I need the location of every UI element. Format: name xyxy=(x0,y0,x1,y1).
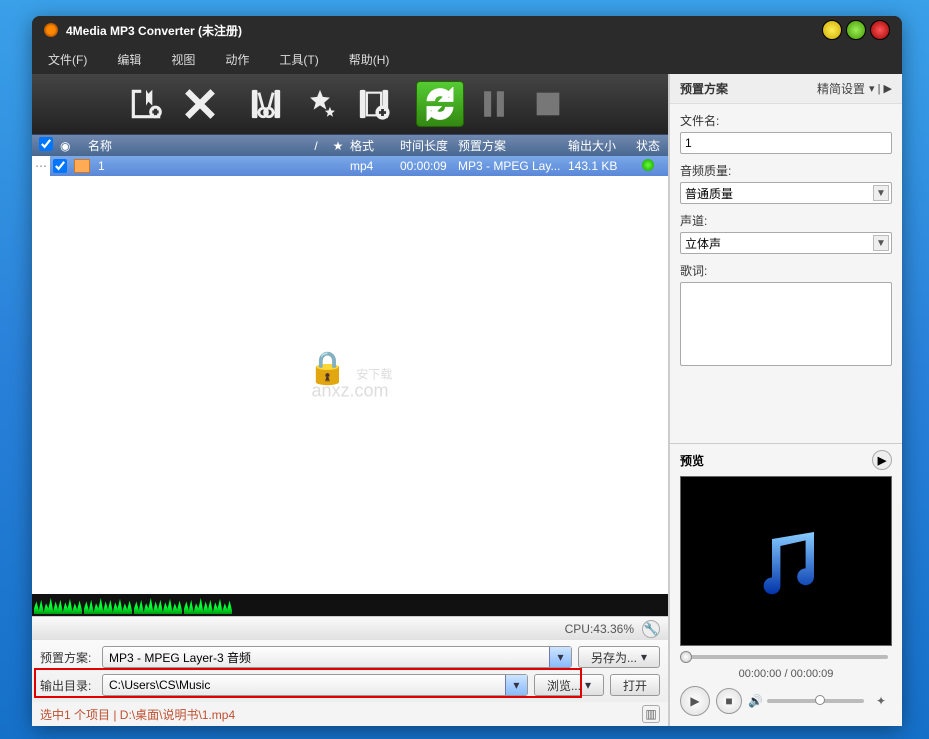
preview-slider[interactable] xyxy=(680,650,892,664)
simple-settings-button[interactable]: 精简设置 ▾ | ▶ xyxy=(817,80,892,97)
preview-video xyxy=(680,476,892,646)
channel-label: 声道: xyxy=(680,212,892,229)
cpu-label: CPU:43.36% xyxy=(565,622,634,636)
waveform xyxy=(32,594,668,616)
film-icon xyxy=(74,159,90,173)
select-all-checkbox[interactable] xyxy=(39,137,53,151)
open-button[interactable]: 打开 xyxy=(610,674,660,696)
status-text: 选中1 个项目 | D:\桌面\说明书\1.mp4 xyxy=(40,706,235,723)
minimize-button[interactable] xyxy=(822,20,842,40)
preset-combo[interactable]: MP3 - MPEG Layer-3 音频 ▾ xyxy=(102,646,572,668)
column-preset[interactable]: 预置方案 xyxy=(458,137,568,154)
app-icon xyxy=(44,23,58,37)
column-status[interactable]: 状态 xyxy=(628,137,668,154)
bottom-form: 预置方案: MP3 - MPEG Layer-3 音频 ▾ 另存为...▾ 输出… xyxy=(32,640,668,702)
pause-button[interactable] xyxy=(470,81,518,127)
menu-help[interactable]: 帮助(H) xyxy=(349,51,390,68)
window-title: 4Media MP3 Converter (未注册) xyxy=(66,22,818,39)
menu-tools[interactable]: 工具(T) xyxy=(279,51,318,68)
column-size[interactable]: 输出大小 xyxy=(568,137,628,154)
row-size: 143.1 KB xyxy=(568,159,628,173)
menu-bar: 文件(F) 编辑 视图 动作 工具(T) 帮助(H) xyxy=(32,44,902,74)
menu-action[interactable]: 动作 xyxy=(225,51,249,68)
menu-file[interactable]: 文件(F) xyxy=(48,51,87,68)
row-name: 1 xyxy=(94,159,306,173)
stop-button[interactable] xyxy=(524,81,572,127)
file-list: ⋯ 1 mp4 00:00:09 MP3 - MPEG Lay... 143.1… xyxy=(32,156,668,594)
add-file-button[interactable] xyxy=(122,81,170,127)
cpu-bar: CPU:43.36% 🔧 xyxy=(32,616,668,640)
row-status xyxy=(628,159,668,174)
preset-label: 预置方案: xyxy=(40,649,96,666)
delete-button[interactable] xyxy=(176,81,224,127)
chevron-down-icon: ▾ xyxy=(549,647,571,667)
cut-button[interactable] xyxy=(242,81,290,127)
snapshot-button[interactable]: ✦ xyxy=(870,690,892,712)
quality-label: 音频质量: xyxy=(680,162,892,179)
lyric-label: 歌词: xyxy=(680,262,892,279)
close-button[interactable] xyxy=(870,20,890,40)
quality-select[interactable]: 普通质量▼ xyxy=(680,182,892,204)
effects-button[interactable] xyxy=(296,81,344,127)
column-slash[interactable]: / xyxy=(306,139,326,153)
filename-input[interactable] xyxy=(680,132,892,154)
preset-panel-header: 预置方案 精简设置 ▾ | ▶ xyxy=(670,74,902,104)
status-bar: 选中1 个项目 | D:\桌面\说明书\1.mp4 ▥ xyxy=(32,702,668,726)
outdir-label: 输出目录: xyxy=(40,677,96,694)
add-clip-button[interactable] xyxy=(350,81,398,127)
column-indicator[interactable]: ◉ xyxy=(60,139,84,153)
column-name[interactable]: 名称 xyxy=(84,137,306,154)
chevron-down-icon: ▼ xyxy=(873,185,889,201)
filename-label: 文件名: xyxy=(680,112,892,129)
play-button[interactable]: ▶ xyxy=(680,686,710,716)
column-format[interactable]: 格式 xyxy=(350,137,400,154)
preview-time: 00:00:00 / 00:00:09 xyxy=(670,668,902,680)
menu-edit[interactable]: 编辑 xyxy=(117,51,141,68)
preview-expand-button[interactable]: ▶ xyxy=(872,450,892,470)
convert-button[interactable] xyxy=(416,81,464,127)
list-item[interactable]: ⋯ 1 mp4 00:00:09 MP3 - MPEG Lay... 143.1… xyxy=(32,156,668,176)
music-note-icon xyxy=(751,525,821,598)
outdir-value: C:\Users\CS\Music xyxy=(109,678,210,692)
title-bar: 4Media MP3 Converter (未注册) xyxy=(32,16,902,44)
preset-panel-title: 预置方案 xyxy=(680,80,728,97)
column-star[interactable]: ★ xyxy=(326,139,350,153)
browse-button[interactable]: 浏览...▾ xyxy=(534,674,604,696)
chevron-down-icon: ▼ xyxy=(873,235,889,251)
column-duration[interactable]: 时间长度 xyxy=(400,137,458,154)
preset-value: MP3 - MPEG Layer-3 音频 xyxy=(109,649,251,666)
preview-controls: ▶ ■ 🔊 ✦ xyxy=(670,684,902,726)
toolbar xyxy=(32,74,668,134)
watermark: 🔒 安下载 anxz.com xyxy=(308,349,393,402)
tree-line: ⋯ xyxy=(32,156,50,176)
status-toggle-button[interactable]: ▥ xyxy=(642,705,660,723)
save-as-button[interactable]: 另存为...▾ xyxy=(578,646,660,668)
row-checkbox[interactable] xyxy=(53,159,67,173)
stop-preview-button[interactable]: ■ xyxy=(716,688,742,714)
row-duration: 00:00:09 xyxy=(400,159,458,173)
menu-view[interactable]: 视图 xyxy=(171,51,195,68)
preview-header: 预览 ▶ xyxy=(670,444,902,476)
outdir-combo[interactable]: C:\Users\CS\Music ▾ xyxy=(102,674,528,696)
list-header: ◉ 名称 / ★ 格式 时间长度 预置方案 输出大小 状态 xyxy=(32,134,668,156)
chevron-down-icon: ▾ xyxy=(505,675,527,695)
volume-slider[interactable]: 🔊 xyxy=(748,694,864,708)
row-format: mp4 xyxy=(350,159,400,173)
cpu-settings-button[interactable]: 🔧 xyxy=(642,620,660,638)
channel-select[interactable]: 立体声▼ xyxy=(680,232,892,254)
maximize-button[interactable] xyxy=(846,20,866,40)
row-preset: MP3 - MPEG Lay... xyxy=(458,159,568,173)
volume-icon: 🔊 xyxy=(748,694,763,708)
preview-title: 预览 xyxy=(680,452,704,469)
lyric-textarea[interactable] xyxy=(680,282,892,366)
